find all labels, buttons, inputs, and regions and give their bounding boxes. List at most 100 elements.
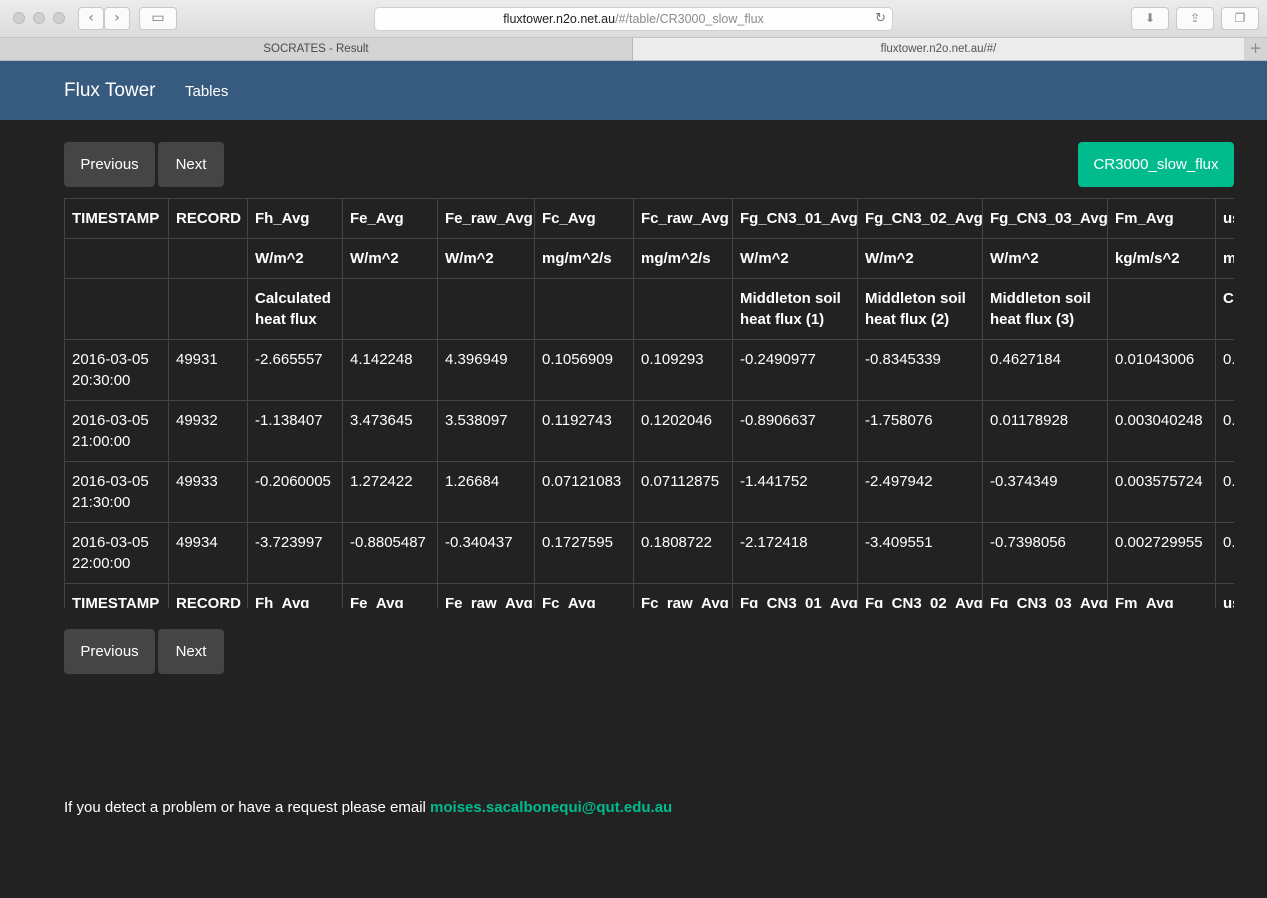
downloads-button[interactable]: ⬇ (1131, 7, 1169, 30)
column-header[interactable]: Fg_CN3_02_Avg (857, 198, 983, 239)
unit-cell: W/m^2 (732, 238, 858, 279)
url-path: /#/table/CR3000_slow_flux (615, 12, 764, 26)
table-cell: 1.272422 (342, 461, 438, 523)
data-table: TIMESTAMP RECORD Fh_Avg Fe_Avg Fe_raw_Av… (64, 198, 1234, 608)
table-cell: -0.8906637 (732, 400, 858, 462)
data-table-container[interactable]: TIMESTAMP RECORD Fh_Avg Fe_Avg Fe_raw_Av… (64, 198, 1234, 608)
column-header[interactable]: Fg_CN3_01_Avg (732, 198, 858, 239)
table-cell: -0.2060005 (247, 461, 343, 523)
table-cell: 2016-03-05 20:30:00 (64, 339, 169, 401)
units-row: W/m^2 W/m^2 W/m^2 mg/m^2/s mg/m^2/s W/m^… (64, 238, 1234, 279)
column-header[interactable]: RECORD (168, 198, 248, 239)
table-cell: -3.723997 (247, 522, 343, 584)
unit-cell (64, 238, 169, 279)
table-cell: -0.374349 (982, 461, 1108, 523)
contact-email-link[interactable]: moises.sacalbonequi@qut.edu.au (430, 799, 672, 816)
table-cell: 49934 (168, 522, 248, 584)
column-header[interactable]: Fe_Avg (342, 198, 438, 239)
chevron-right-icon: › (114, 10, 120, 26)
next-button-bottom[interactable]: Next (158, 629, 224, 674)
column-header[interactable]: Fc_Avg (534, 198, 634, 239)
tab-strip: SOCRATES - Result fluxtower.n2o.net.au/#… (0, 38, 1267, 61)
table-cell: -2.172418 (732, 522, 858, 584)
description-cell: Middleton soil heat flux (1) (732, 278, 858, 340)
column-header[interactable]: us (1215, 198, 1234, 239)
column-header[interactable]: Fh_Avg (247, 198, 343, 239)
sidebar-icon: ▭ (151, 10, 165, 26)
description-cell (342, 278, 438, 340)
share-button[interactable]: ⇪ (1176, 7, 1214, 30)
previous-button-bottom[interactable]: Previous (64, 629, 155, 674)
column-footer: Fe_raw_Avg (437, 583, 535, 608)
unit-cell: W/m^2 (342, 238, 438, 279)
sidebar-toggle-button[interactable]: ▭ (139, 7, 177, 30)
column-footer: Fe_Avg (342, 583, 438, 608)
table-cell: 0.1192743 (534, 400, 634, 462)
share-icon: ⇪ (1189, 11, 1201, 25)
tabs-overview-button[interactable]: ❐ (1221, 7, 1259, 30)
table-cell: 2016-03-05 21:30:00 (64, 461, 169, 523)
table-cell: 49931 (168, 339, 248, 401)
description-cell (168, 278, 248, 340)
table-cell: 0.1056909 (534, 339, 634, 401)
column-header[interactable]: Fm_Avg (1107, 198, 1216, 239)
description-cell (437, 278, 535, 340)
footer-message: If you detect a problem or have a reques… (64, 799, 672, 816)
description-cell (633, 278, 733, 340)
description-cell: C U (1215, 278, 1234, 340)
table-cell: 0.4627184 (982, 339, 1108, 401)
tab-socrates[interactable]: SOCRATES - Result (0, 38, 633, 60)
column-footer: Fg_CN3_02_Avg (857, 583, 983, 608)
unit-cell: W/m^2 (982, 238, 1108, 279)
table-cell: 49932 (168, 400, 248, 462)
table-cell: -1.441752 (732, 461, 858, 523)
table-cell: -1.758076 (857, 400, 983, 462)
table-cell: 0. (1215, 522, 1234, 584)
address-bar[interactable]: fluxtower.n2o.net.au/#/table/CR3000_slow… (374, 7, 893, 31)
table-cell: -0.8345339 (857, 339, 983, 401)
unit-cell: W/m^2 (857, 238, 983, 279)
url-host: fluxtower.n2o.net.au (503, 12, 616, 26)
previous-button-top[interactable]: Previous (64, 142, 155, 187)
forward-button[interactable]: › (104, 7, 130, 30)
unit-cell (168, 238, 248, 279)
table-cell: 3.473645 (342, 400, 438, 462)
unit-cell: W/m^2 (247, 238, 343, 279)
brand-link[interactable]: Flux Tower (64, 80, 156, 102)
tabs-icon: ❐ (1234, 11, 1246, 25)
table-cell: 0.1727595 (534, 522, 634, 584)
column-footer: Fh_Avg (247, 583, 343, 608)
close-window-button[interactable] (13, 12, 25, 24)
table-row: 2016-03-05 21:00:00 49932 -1.138407 3.47… (64, 400, 1234, 462)
footer-header-row: TIMESTAMP RECORD Fh_Avg Fe_Avg Fe_raw_Av… (64, 583, 1234, 608)
column-header[interactable]: TIMESTAMP (64, 198, 169, 239)
table-name-button[interactable]: CR3000_slow_flux (1078, 142, 1234, 187)
column-header[interactable]: Fc_raw_Avg (633, 198, 733, 239)
description-cell: Middleton soil heat flux (2) (857, 278, 983, 340)
table-cell: -0.7398056 (982, 522, 1108, 584)
column-header[interactable]: Fe_raw_Avg (437, 198, 535, 239)
table-cell: 4.142248 (342, 339, 438, 401)
tab-fluxtower[interactable]: fluxtower.n2o.net.au/#/ (633, 38, 1244, 60)
table-cell: 0.1202046 (633, 400, 733, 462)
table-cell: -3.409551 (857, 522, 983, 584)
table-cell: 3.538097 (437, 400, 535, 462)
column-footer: Fc_Avg (534, 583, 634, 608)
zoom-window-button[interactable] (53, 12, 65, 24)
table-cell: 1.26684 (437, 461, 535, 523)
minimize-window-button[interactable] (33, 12, 45, 24)
column-header[interactable]: Fg_CN3_03_Avg (982, 198, 1108, 239)
table-cell: 0.01178928 (982, 400, 1108, 462)
table-cell: 0.003575724 (1107, 461, 1216, 523)
column-footer: Fg_CN3_01_Avg (732, 583, 858, 608)
new-tab-button[interactable]: + (1244, 38, 1267, 60)
back-button[interactable]: ‹ (78, 7, 104, 30)
table-cell: -0.340437 (437, 522, 535, 584)
reload-icon[interactable]: ↻ (875, 8, 886, 30)
next-button-top[interactable]: Next (158, 142, 224, 187)
nav-link-tables[interactable]: Tables (185, 83, 228, 100)
table-cell: 0.07121083 (534, 461, 634, 523)
table-cell: -0.8805487 (342, 522, 438, 584)
table-cell: -0.2490977 (732, 339, 858, 401)
table-cell: 0.002729955 (1107, 522, 1216, 584)
